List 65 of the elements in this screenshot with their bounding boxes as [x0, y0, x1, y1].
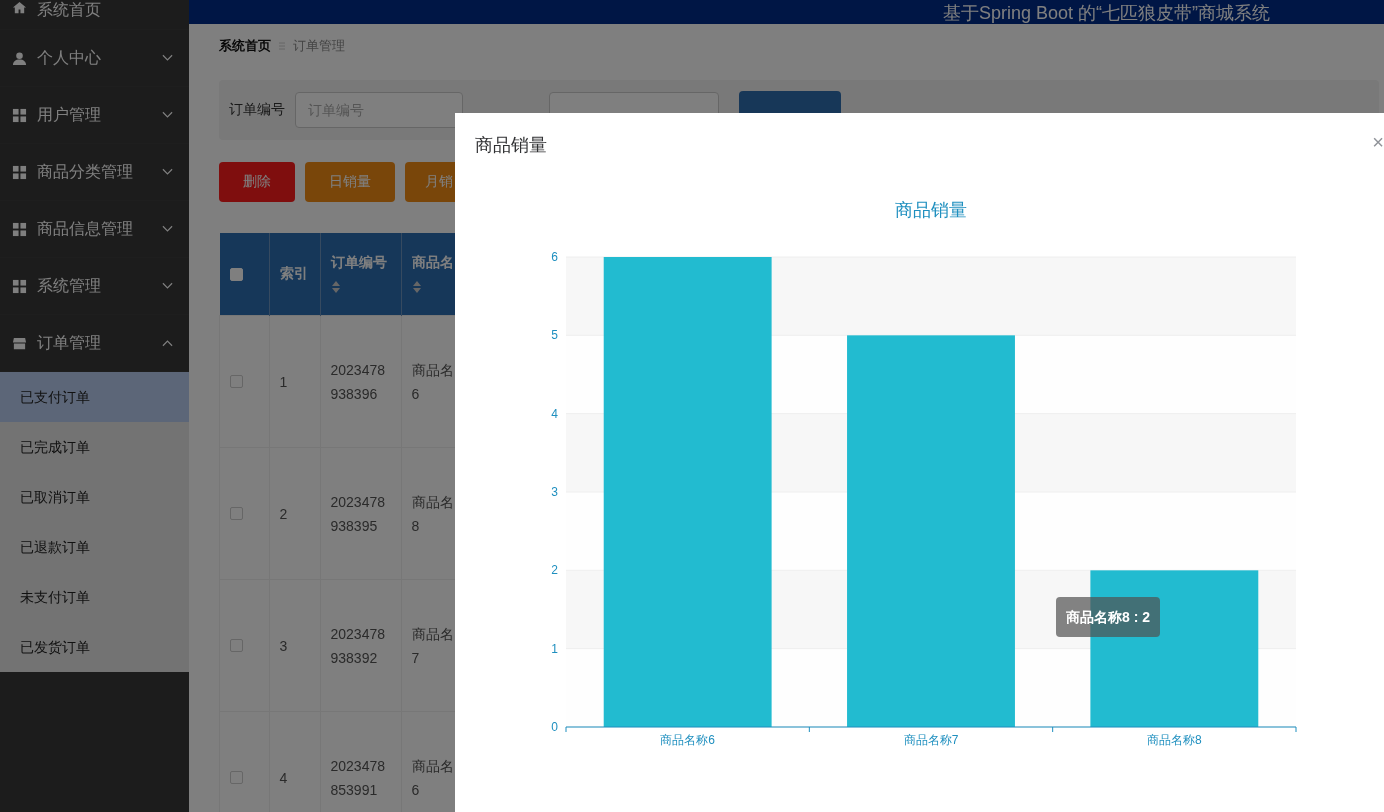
- sort-icon[interactable]: [330, 280, 341, 294]
- column-header[interactable]: 订单编号: [320, 233, 401, 316]
- y-tick-label: 1: [551, 641, 558, 656]
- row-checkbox[interactable]: [230, 639, 243, 652]
- sidebar-item[interactable]: 用户管理: [0, 87, 189, 144]
- y-tick-label: 3: [551, 485, 558, 499]
- chevron-down-icon: [162, 111, 173, 119]
- row-checkbox[interactable]: [230, 771, 243, 784]
- select-all-checkbox[interactable]: [229, 267, 243, 281]
- submenu-item[interactable]: 已完成订单: [0, 422, 189, 472]
- y-tick-label: 4: [551, 406, 558, 421]
- x-axis-label: 商品名称8: [1147, 733, 1202, 747]
- y-tick-label: 0: [551, 720, 558, 734]
- breadcrumb-link[interactable]: 系统首页: [219, 37, 271, 55]
- chevron-up-icon: [162, 339, 173, 347]
- table-cell: 2023478 938396: [320, 315, 401, 448]
- sort-icon[interactable]: [411, 280, 422, 294]
- sidebar-item[interactable]: 系统管理: [0, 258, 189, 315]
- submenu-item[interactable]: 未支付订单: [0, 572, 189, 622]
- x-axis-label: 商品名称7: [903, 733, 959, 747]
- chevron-down-icon: [162, 54, 173, 62]
- grid-icon: [12, 278, 27, 294]
- chevron-down-icon: [162, 225, 173, 233]
- submenu-item[interactable]: 已发货订单: [0, 622, 189, 672]
- submenu-item[interactable]: 已退款订单: [0, 522, 189, 572]
- table-cell: 2023478 938392: [320, 579, 401, 712]
- submenu-item[interactable]: 已支付订单: [0, 372, 189, 422]
- column-header[interactable]: 索引: [269, 233, 320, 316]
- y-tick-label: 6: [551, 250, 558, 264]
- chart-tooltip: 商品名称8 : 2: [1056, 597, 1160, 637]
- chevron-down-icon: [162, 168, 173, 176]
- table-cell: 2023478 938395: [320, 447, 401, 580]
- grid-icon: [12, 221, 27, 237]
- sidebar-item[interactable]: 商品信息管理: [0, 201, 189, 258]
- close-button[interactable]: ×: [1372, 133, 1384, 151]
- person-icon: [12, 50, 27, 66]
- menu-label: 商品分类管理: [37, 161, 134, 182]
- sidebar-item[interactable]: 系统首页: [0, 0, 189, 30]
- y-tick-label: 2: [551, 563, 558, 578]
- row-checkbox[interactable]: [230, 507, 243, 520]
- action-button[interactable]: 删除: [219, 162, 295, 202]
- menu-label: 系统首页: [37, 0, 102, 20]
- row-checkbox[interactable]: [230, 375, 243, 388]
- field-label: 订单编号: [229, 101, 285, 119]
- x-axis-label: 商品名称6: [660, 733, 715, 747]
- table-cell: 3: [269, 579, 320, 712]
- sidebar-item[interactable]: 个人中心: [0, 30, 189, 87]
- system-title: 基于Spring Boot 的“七匹狼皮带”商城系统: [942, 2, 1270, 24]
- chevron-down-icon: [162, 282, 173, 290]
- dialog-title: 商品销量: [475, 134, 547, 157]
- store-icon: [12, 335, 27, 351]
- grid-icon: [12, 107, 27, 123]
- menu-label: 商品信息管理: [37, 218, 134, 239]
- menu-label: 个人中心: [37, 47, 102, 68]
- y-tick-label: 5: [551, 328, 558, 343]
- home-icon: [12, 0, 27, 15]
- menu-label: 用户管理: [37, 104, 102, 125]
- menu-label: 订单管理: [37, 332, 102, 353]
- table-cell: 1: [269, 315, 320, 448]
- grid-icon: [12, 164, 27, 180]
- sidebar-item[interactable]: 商品分类管理: [0, 144, 189, 201]
- submenu-item[interactable]: 已取消订单: [0, 472, 189, 522]
- chart-title: 商品销量: [895, 200, 967, 220]
- table-cell: 2: [269, 447, 320, 580]
- menu-label: 系统管理: [37, 275, 102, 296]
